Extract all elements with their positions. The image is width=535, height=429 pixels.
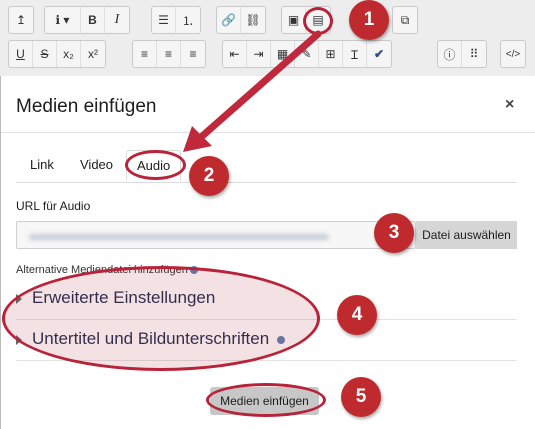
- arrow-shaft: [196, 30, 322, 142]
- highlight-sections: [2, 266, 320, 371]
- annotation-arrow: [183, 30, 322, 152]
- step-badge-1: 1: [349, 0, 389, 40]
- step-badge-4: 4: [337, 295, 377, 335]
- step-badge-2: 2: [189, 156, 229, 196]
- step-badge-5: 5: [341, 377, 381, 417]
- highlight-audio-tab: [125, 150, 186, 180]
- highlight-insert-button: [206, 383, 326, 417]
- step-badge-3: 3: [374, 213, 414, 253]
